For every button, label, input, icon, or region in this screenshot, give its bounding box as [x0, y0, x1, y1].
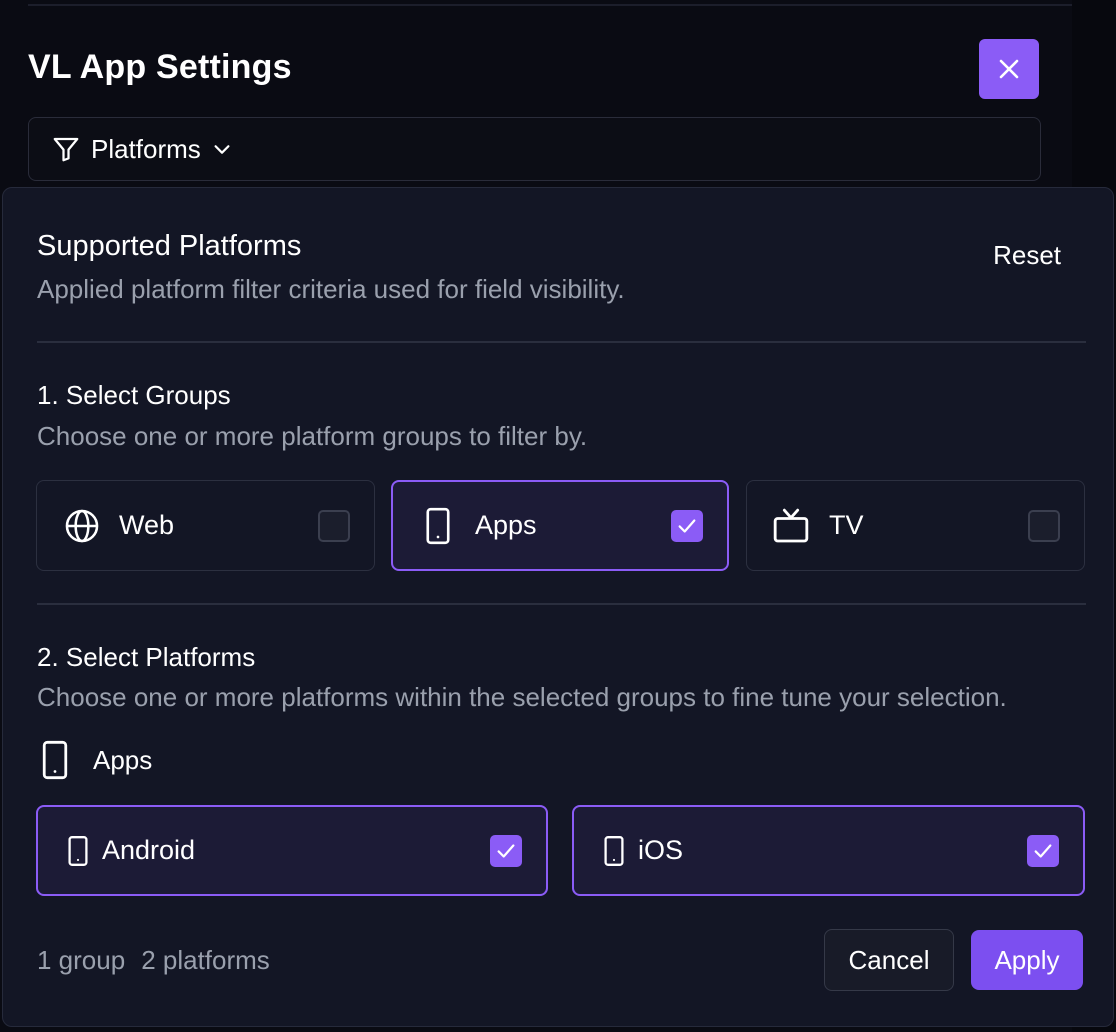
platform-label-android: Android: [102, 835, 196, 865]
close-button[interactable]: [979, 39, 1039, 99]
filter-label: Platforms: [91, 133, 201, 164]
groups-section-title: 1. Select Groups: [37, 380, 231, 410]
tv-icon: [773, 508, 809, 542]
chevron-down-icon: [214, 145, 230, 154]
selection-summary: 1 group 2 platforms: [37, 945, 270, 976]
globe-icon: [65, 509, 99, 542]
group-card-tv[interactable]: TV: [746, 480, 1085, 571]
mobile-device-icon: [68, 835, 88, 866]
group-count: 1 group: [37, 945, 126, 975]
tv-checkbox[interactable]: [1028, 509, 1060, 542]
panel-subtitle: Applied platform filter criteria used fo…: [37, 274, 625, 304]
platform-filter-dropdown[interactable]: Platforms: [28, 117, 1041, 181]
android-checkbox[interactable]: [490, 834, 522, 867]
check-icon: [497, 843, 515, 858]
platform-card-ios[interactable]: iOS: [572, 805, 1085, 896]
group-label-tv: TV: [829, 510, 864, 540]
apps-checkbox[interactable]: [671, 509, 703, 542]
divider: [37, 603, 1086, 605]
app-settings-page: VL App Settings Platforms Supported Plat…: [0, 0, 1116, 1032]
group-card-apps[interactable]: Apps: [391, 480, 729, 571]
platform-card-android[interactable]: Android: [36, 805, 548, 896]
platform-filter-popover: Supported Platforms Applied platform fil…: [2, 187, 1114, 1027]
platforms-section-title: 2. Select Platforms: [37, 642, 256, 672]
divider: [37, 341, 1086, 343]
platform-group-heading: Apps: [39, 740, 152, 780]
check-icon: [678, 518, 696, 533]
filter-icon: [53, 137, 79, 162]
top-divider: [28, 4, 1073, 6]
apply-button[interactable]: Apply: [971, 930, 1083, 990]
platform-label-ios: iOS: [638, 835, 684, 865]
platforms-section-subtitle: Choose one or more platforms within the …: [37, 682, 1007, 712]
groups-section-subtitle: Choose one or more platform groups to fi…: [37, 421, 588, 451]
ios-checkbox[interactable]: [1027, 834, 1059, 867]
close-icon: [999, 59, 1019, 79]
group-label-apps: Apps: [475, 510, 537, 540]
panel-title: Supported Platforms: [37, 230, 302, 262]
mobile-device-icon: [426, 507, 450, 544]
check-icon: [1034, 843, 1052, 858]
mobile-device-icon: [604, 835, 624, 866]
platform-count: 2 platforms: [141, 945, 270, 975]
group-card-web[interactable]: Web: [36, 480, 375, 571]
cancel-button[interactable]: Cancel: [824, 929, 954, 991]
web-checkbox[interactable]: [318, 509, 350, 542]
page-title: VL App Settings: [28, 48, 292, 86]
mobile-device-icon: [42, 740, 68, 780]
group-label-web: Web: [119, 510, 175, 540]
platform-group-label: Apps: [93, 744, 153, 775]
reset-button[interactable]: Reset: [993, 240, 1061, 271]
